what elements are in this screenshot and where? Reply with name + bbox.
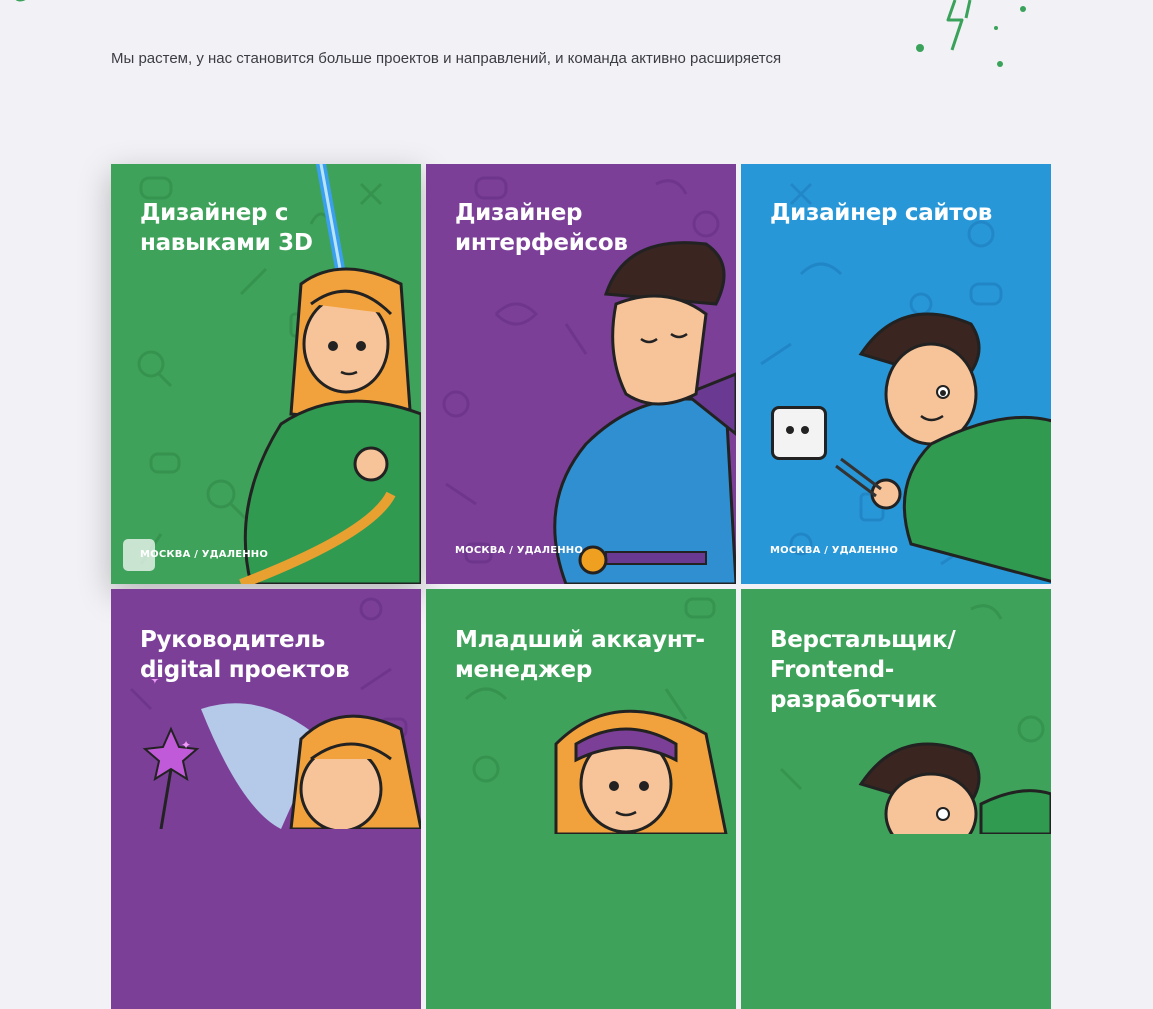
section-intro-text: Мы растем, у нас становится больше проек…	[111, 50, 782, 67]
vacancy-card-ui-designer[interactable]: Дизайнер интерфейсов МОСКВА / УДАЛЕННО	[426, 164, 736, 584]
vacancy-card-frontend-developer[interactable]: Верстальщик/ Frontend-разработчик	[741, 589, 1051, 1009]
vacancy-title: Дизайнер сайтов	[770, 200, 993, 226]
boy-with-fork-illustration	[835, 312, 1051, 583]
girl-with-headband-illustration	[554, 709, 728, 834]
boy-illustration	[858, 742, 1051, 834]
fairy-with-wand-illustration: ✦ ✦	[142, 679, 421, 829]
title-fragment	[15, 0, 26, 2]
superhero-illustration	[553, 241, 736, 584]
vacancy-card-3d-designer[interactable]: Дизайнер с навыками 3D МОСКВА / УДАЛЕННО	[111, 164, 421, 584]
vacancy-title: Младший аккаунт-менеджер	[455, 627, 705, 683]
vacancy-title: Дизайнер интерфейсов	[455, 200, 628, 256]
vacancy-title: Дизайнер с навыками 3D	[140, 200, 313, 256]
vacancy-title: Руководитель digital проектов	[140, 627, 350, 683]
vacancy-card-digital-pm[interactable]: ✦ ✦ Руководитель digital проектов	[111, 589, 421, 1009]
vacancy-card-web-designer[interactable]: Дизайнер сайтов МОСКВА / УДАЛЕННО	[741, 164, 1051, 584]
vacancy-card-junior-account-manager[interactable]: Младший аккаунт-менеджер	[426, 589, 736, 1009]
svg-text:✦: ✦	[181, 738, 191, 752]
power-socket-icon	[771, 406, 827, 460]
vacancy-title: Верстальщик/ Frontend-разработчик	[770, 627, 956, 713]
lightning-decoration-icon	[916, 0, 1026, 67]
vacancy-location: МОСКВА / УДАЛЕННО	[140, 549, 269, 560]
vacancy-location: МОСКВА / УДАЛЕННО	[770, 545, 899, 556]
vacancy-location: МОСКВА / УДАЛЕННО	[455, 545, 584, 556]
